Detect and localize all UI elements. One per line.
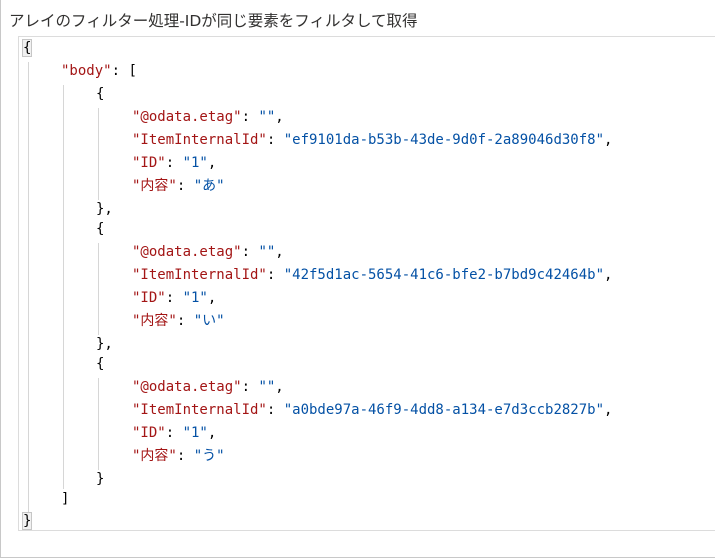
json-key-item-internal-id: "ItemInternalId" xyxy=(132,267,267,283)
indent-guide xyxy=(98,243,99,335)
array-close-bracket: ] xyxy=(61,491,70,507)
json-value-etag: "" xyxy=(258,244,276,260)
json-key-content: "内容" xyxy=(132,178,177,194)
root-open-brace: { xyxy=(21,39,33,57)
code-line: "ID": "1", xyxy=(132,290,217,306)
json-value-id: "1" xyxy=(182,155,208,171)
output-panel: アレイのフィルター処理-IDが同じ要素をフィルタして取得 { "body": [… xyxy=(0,0,715,558)
panel-title: アレイのフィルター処理-IDが同じ要素をフィルタして取得 xyxy=(9,12,418,30)
indent-guide xyxy=(98,108,99,200)
code-line: "ItemInternalId": "a0bde97a-46f9-4dd8-a1… xyxy=(132,402,613,418)
indent-guide xyxy=(63,85,64,489)
code-line: "ID": "1", xyxy=(132,425,217,441)
indent-guide xyxy=(28,62,29,512)
json-value-content: "あ" xyxy=(193,178,225,194)
json-value-etag: "" xyxy=(258,379,276,395)
json-value-item-internal-id: "a0bde97a-46f9-4dd8-a134-e7d3ccb2827b" xyxy=(283,402,605,418)
code-line: "@odata.etag": "", xyxy=(132,109,284,125)
json-key-item-internal-id: "ItemInternalId" xyxy=(132,132,267,148)
json-key-id: "ID" xyxy=(132,290,166,306)
code-line: "ItemInternalId": "ef9101da-b53b-43de-9d… xyxy=(132,132,613,148)
code-line: { xyxy=(21,37,33,60)
code-line: "body": [ xyxy=(61,63,137,79)
json-value-id: "1" xyxy=(182,290,208,306)
code-line: "@odata.etag": "", xyxy=(132,244,284,260)
json-value-content: "う" xyxy=(193,448,225,464)
json-value-content: "い" xyxy=(193,313,225,329)
json-value-id: "1" xyxy=(182,425,208,441)
code-line: ] xyxy=(61,488,69,511)
code-line: } xyxy=(96,471,105,487)
json-key-id: "ID" xyxy=(132,155,166,171)
json-key-etag: "@odata.etag" xyxy=(132,244,242,260)
json-key-item-internal-id: "ItemInternalId" xyxy=(132,402,267,418)
json-key-content: "内容" xyxy=(132,448,177,464)
array-open-bracket: [ xyxy=(128,63,137,79)
code-line: } xyxy=(21,510,33,533)
code-line: "内容": "う" xyxy=(132,448,225,464)
code-line: { xyxy=(96,356,105,372)
code-line: { xyxy=(96,221,105,237)
json-key-content: "内容" xyxy=(132,313,177,329)
code-line: "@odata.etag": "", xyxy=(132,379,284,395)
json-value-etag: "" xyxy=(258,109,276,125)
root-close-brace: } xyxy=(21,512,33,530)
json-code-viewer[interactable]: { "body": [ { "@odata.etag": "", "ItemIn… xyxy=(18,36,715,531)
indent-guide xyxy=(98,378,99,470)
json-key-id: "ID" xyxy=(132,425,166,441)
json-key-etag: "@odata.etag" xyxy=(132,379,242,395)
code-line: { xyxy=(96,86,105,102)
code-line: "内容": "あ" xyxy=(132,178,225,194)
json-key-body: "body" xyxy=(61,63,112,79)
json-value-item-internal-id: "42f5d1ac-5654-41c6-bfe2-b7bd9c42464b" xyxy=(283,267,605,283)
code-line: "ItemInternalId": "42f5d1ac-5654-41c6-bf… xyxy=(132,267,613,283)
json-key-etag: "@odata.etag" xyxy=(132,109,242,125)
code-line: "ID": "1", xyxy=(132,155,217,171)
code-line: "内容": "い" xyxy=(132,313,225,329)
json-value-item-internal-id: "ef9101da-b53b-43de-9d0f-2a89046d30f8" xyxy=(283,132,605,148)
